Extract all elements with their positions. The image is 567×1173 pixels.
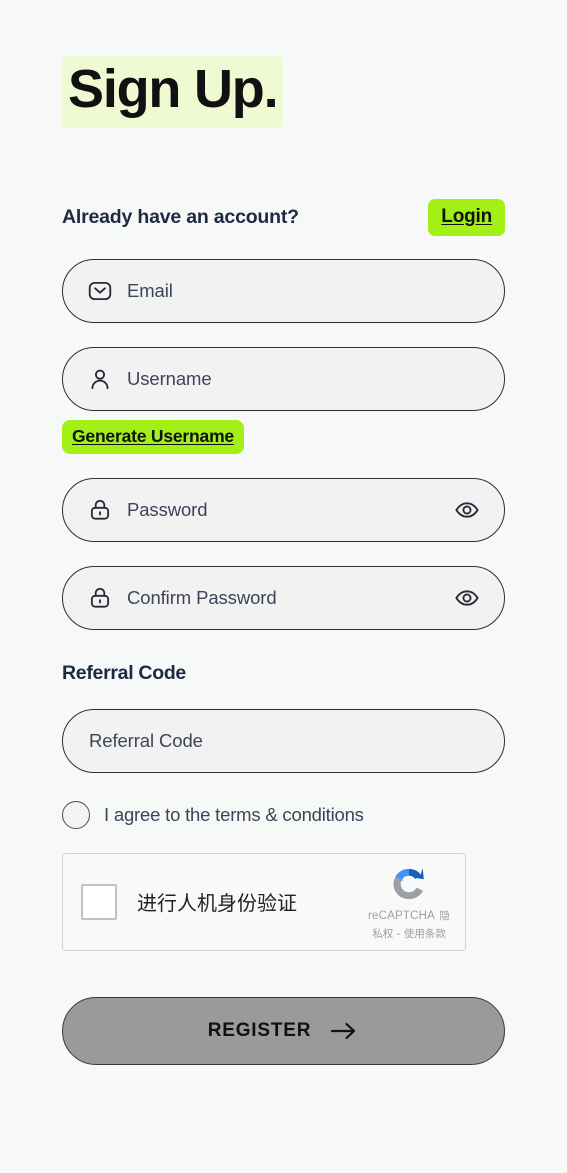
- register-button-label: REGISTER: [207, 1019, 312, 1041]
- terms-label[interactable]: I agree to the terms & conditions: [104, 804, 364, 826]
- recaptcha-branding: reCAPTCHA 隐私权 - 使用条款: [363, 862, 455, 942]
- user-icon: [87, 366, 113, 392]
- email-field[interactable]: Email: [62, 258, 505, 323]
- generate-username-button[interactable]: Generate Username: [62, 419, 244, 454]
- recaptcha-widget[interactable]: 进行人机身份验证 reCAPTCHA 隐私权 - 使用条款: [62, 852, 466, 951]
- confirm-password-field[interactable]: Confirm Password: [62, 565, 505, 630]
- password-placeholder: Password: [127, 498, 208, 520]
- eye-icon[interactable]: [454, 497, 480, 523]
- password-field[interactable]: Password: [62, 477, 505, 542]
- page-title: Sign Up.: [62, 56, 284, 128]
- recaptcha-brand-name: reCAPTCHA: [368, 909, 436, 922]
- username-field[interactable]: Username: [62, 346, 505, 411]
- recaptcha-checkbox[interactable]: [81, 883, 117, 920]
- register-button[interactable]: REGISTER: [62, 996, 505, 1065]
- lock-icon: [87, 497, 113, 523]
- login-button[interactable]: Login: [428, 199, 505, 237]
- account-prompt-row: Already have an account? Login: [62, 199, 505, 237]
- title-row: Sign Up.: [62, 0, 505, 128]
- terms-row: I agree to the terms & conditions: [62, 800, 505, 829]
- account-prompt-text: Already have an account?: [62, 206, 299, 229]
- lock-icon: [87, 585, 113, 611]
- recaptcha-label: 进行人机身份验证: [137, 891, 297, 916]
- referral-code-field[interactable]: Referral Code: [62, 708, 505, 773]
- confirm-password-placeholder: Confirm Password: [127, 586, 277, 608]
- referral-code-heading: Referral Code: [62, 661, 186, 684]
- arrow-right-icon: [329, 1020, 359, 1042]
- email-placeholder: Email: [127, 279, 173, 301]
- referral-code-placeholder: Referral Code: [89, 729, 203, 751]
- eye-icon[interactable]: [454, 585, 480, 611]
- generate-username-row: Generate Username: [62, 419, 505, 454]
- recaptcha-logo-icon: [393, 867, 424, 899]
- terms-checkbox[interactable]: [62, 800, 90, 829]
- username-placeholder: Username: [127, 367, 212, 389]
- envelope-icon: [87, 278, 113, 304]
- signup-page: Sign Up. Already have an account? Login …: [0, 0, 567, 1173]
